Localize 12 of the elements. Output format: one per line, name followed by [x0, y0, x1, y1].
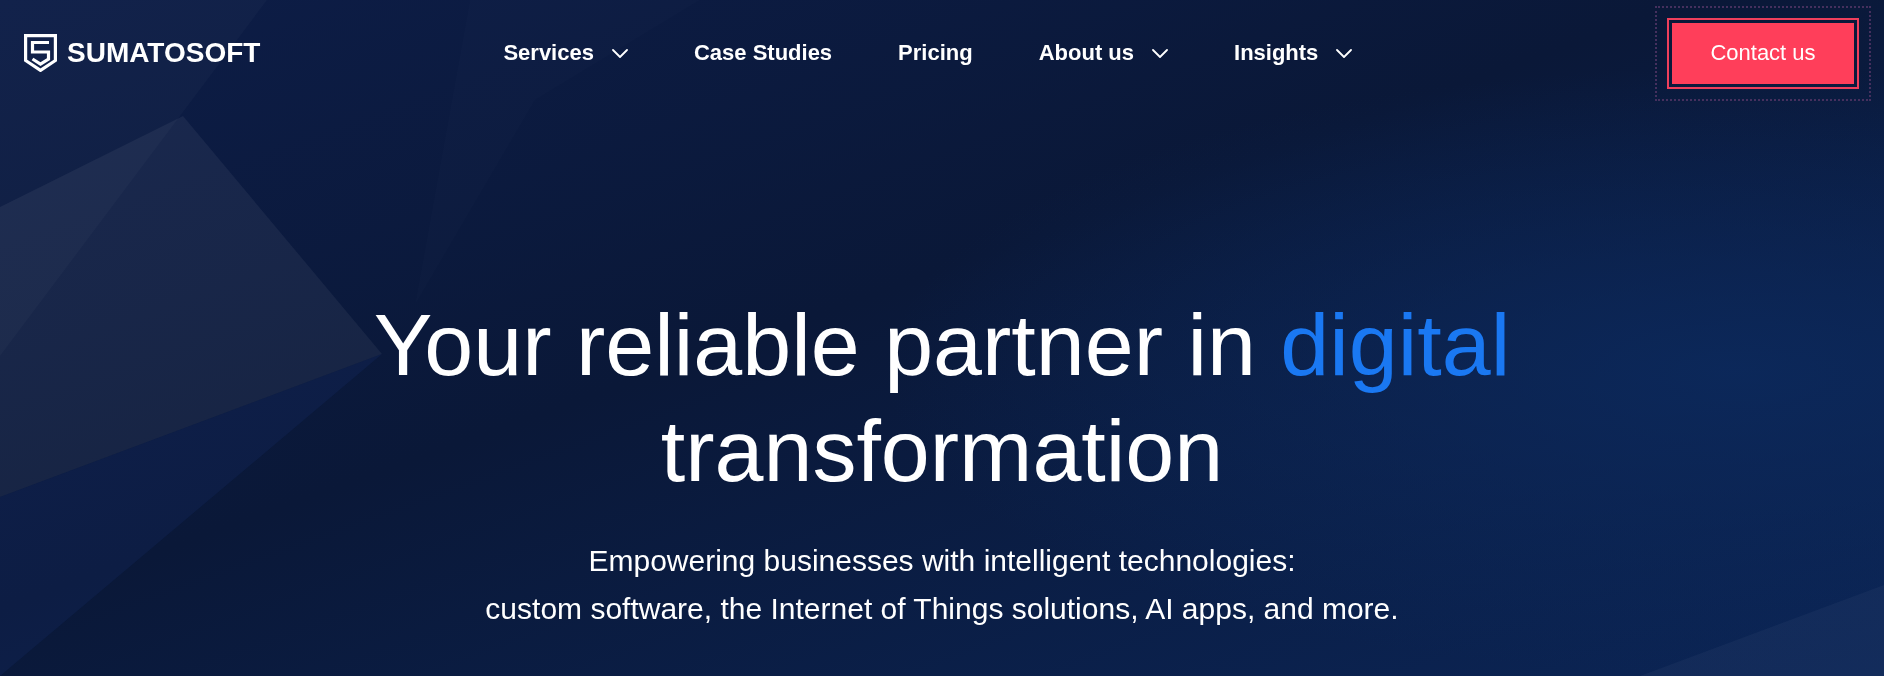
nav-link[interactable]: Case Studies: [693, 42, 833, 64]
nav-link[interactable]: Services: [503, 42, 628, 64]
nav-link[interactable]: Pricing: [898, 42, 973, 64]
hero-headline: Your reliable partner in digital transformation: [372, 294, 1512, 502]
hero-subtitle: Empowering businesses with intelligent technologies: custom software, the Internet of Things solutions, AI apps, and more.: [485, 543, 1399, 627]
nav-link[interactable]: Insights: [1234, 42, 1353, 64]
chevron-down-icon: [1152, 48, 1168, 58]
chevron-down-icon: [1336, 48, 1353, 58]
logo-wordmark: SUMATOSOFT: [67, 39, 261, 67]
nav-link[interactable]: About us: [1038, 42, 1168, 64]
shield-logo-icon: [24, 34, 57, 72]
chevron-down-icon: [611, 48, 628, 58]
